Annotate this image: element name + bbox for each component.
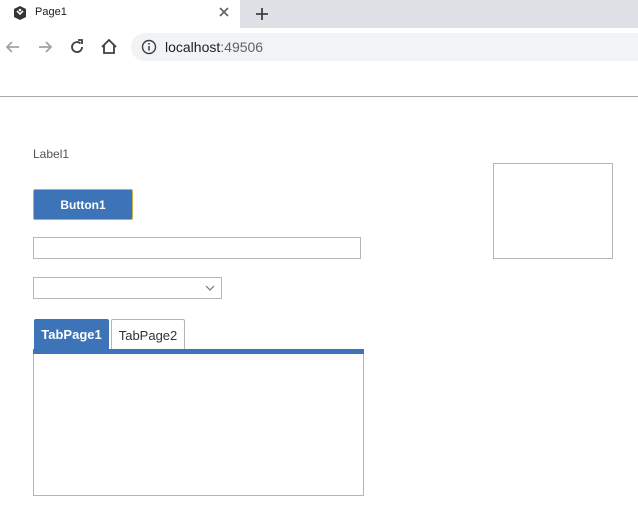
forward-arrow-icon[interactable] [35,37,55,57]
url-host: localhost [165,39,221,55]
tab-tabpage1[interactable]: TabPage1 [34,319,109,350]
browser-toolbar: localhost:49506 [0,28,638,66]
back-arrow-icon[interactable] [3,37,23,57]
tab-tabpage2[interactable]: TabPage2 [111,319,185,350]
panel1 [493,163,613,259]
address-bar[interactable]: localhost:49506 [131,33,638,61]
browser-tab[interactable]: Page1 [0,0,240,28]
home-icon[interactable] [99,37,119,57]
chevron-down-icon [205,285,215,291]
url-text: localhost:49506 [165,39,263,55]
site-info-icon[interactable] [141,39,157,55]
close-tab-icon[interactable] [216,4,232,20]
browser-tabstrip: Page1 [0,0,638,28]
reload-icon[interactable] [67,37,87,57]
tab-content-panel [33,354,364,496]
label1: Label1 [33,147,70,161]
textbox1[interactable] [33,237,361,259]
browser-tab-title: Page1 [35,6,67,18]
content-divider [0,96,638,97]
app-logo-icon [14,6,26,20]
combobox1[interactable] [33,277,222,299]
button1[interactable]: Button1 [33,189,133,220]
url-port: :49506 [220,39,264,55]
new-tab-icon[interactable] [252,4,272,24]
